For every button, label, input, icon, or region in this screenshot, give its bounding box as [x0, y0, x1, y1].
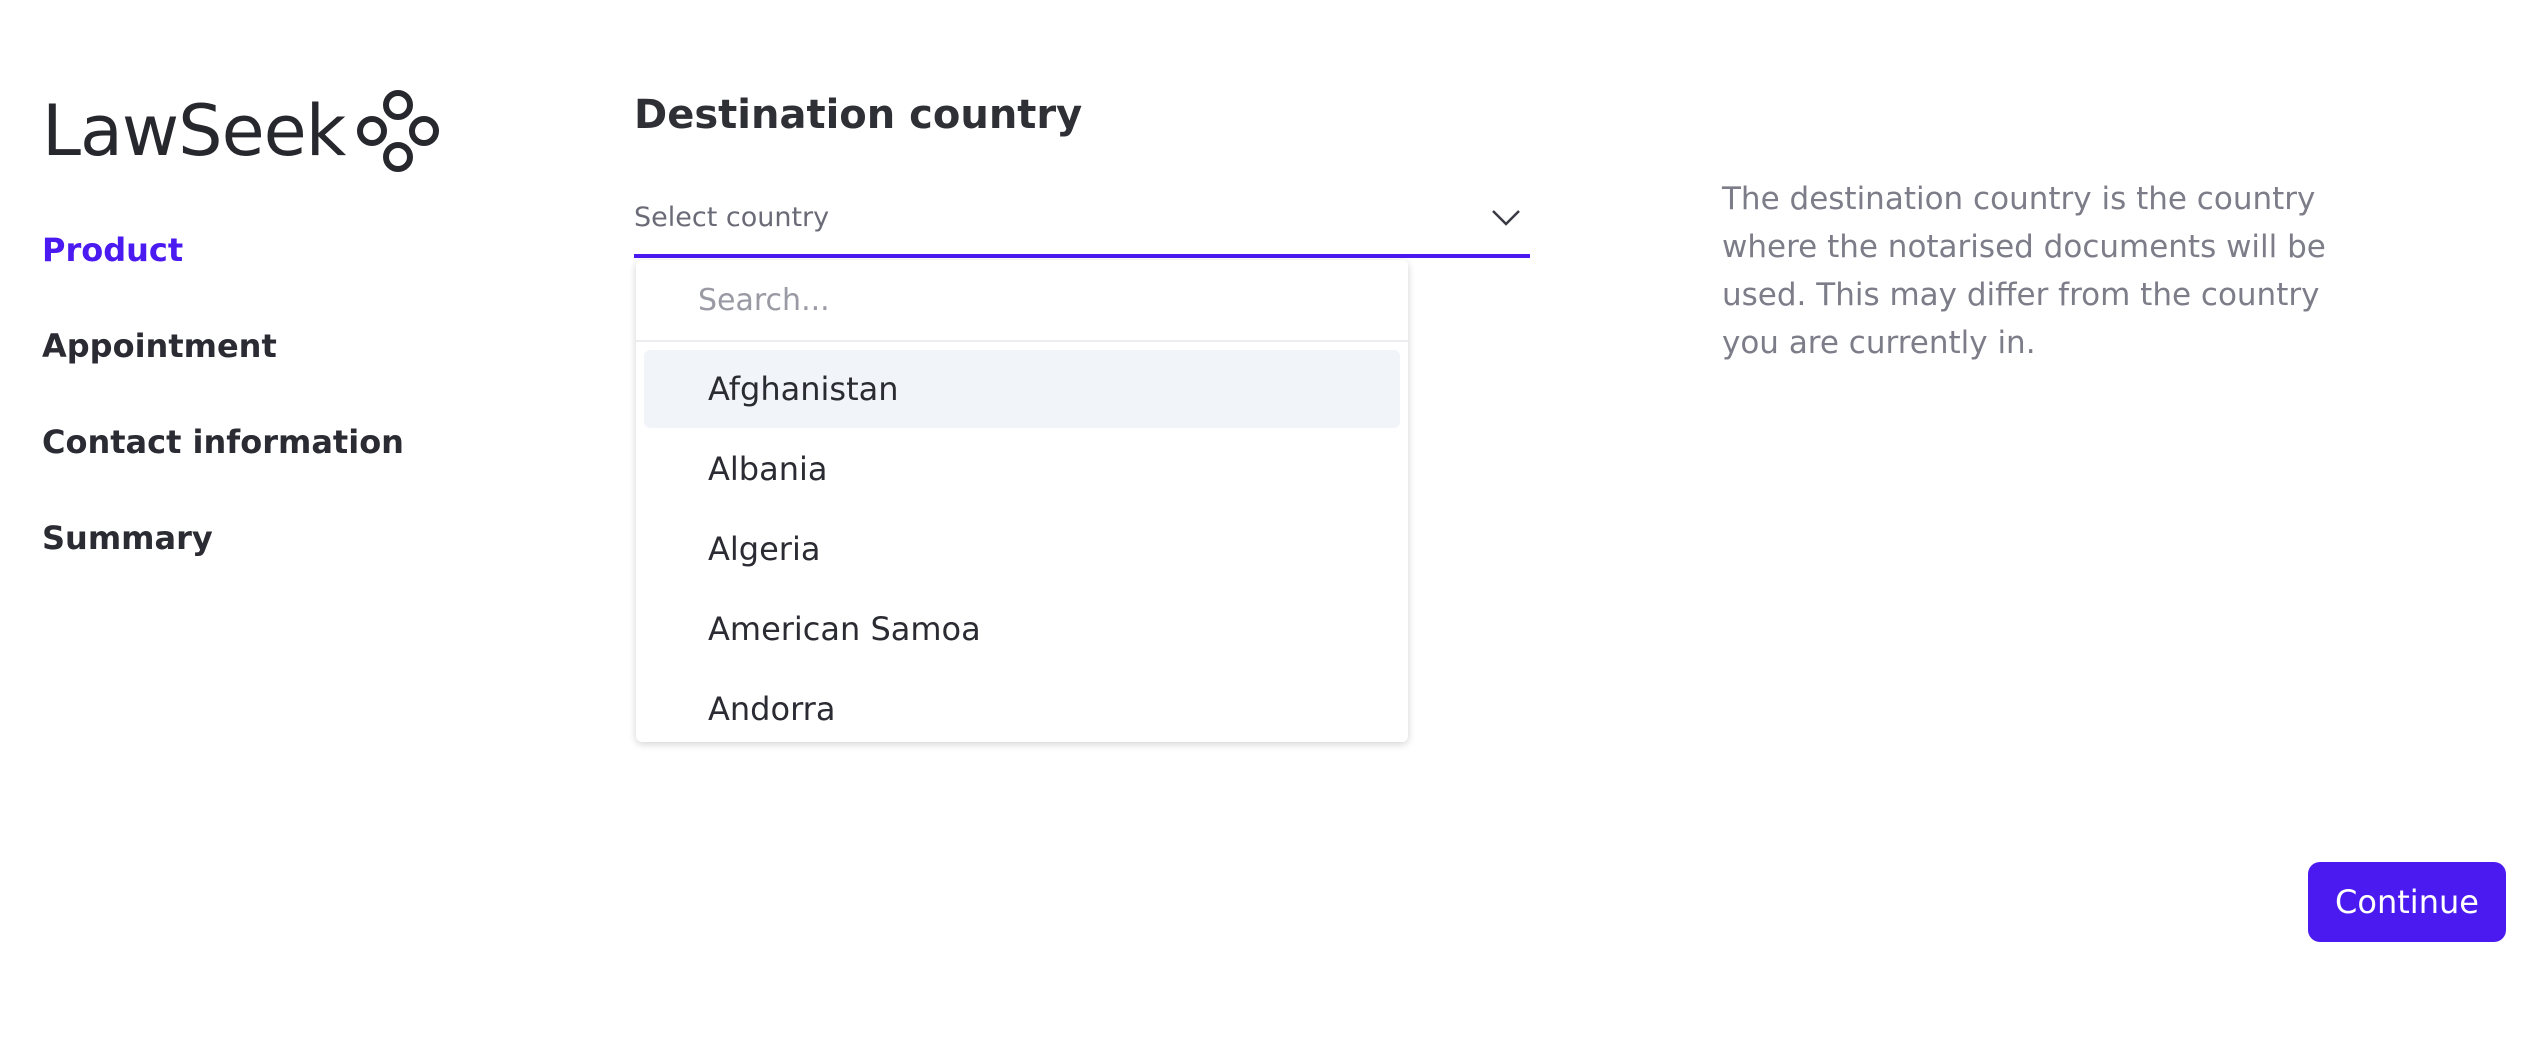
four-circles-icon	[357, 90, 440, 172]
country-search-input[interactable]	[636, 260, 1408, 342]
country-select[interactable]: Select country	[634, 196, 1530, 258]
nav-item-product[interactable]: Product	[42, 228, 404, 324]
page: LawSeek Product Appointment Contact info…	[0, 0, 2526, 1054]
country-option[interactable]: Andorra	[644, 670, 1400, 742]
country-dropdown: Afghanistan Albania Algeria American Sam…	[636, 260, 1408, 742]
country-option[interactable]: Albania	[644, 430, 1400, 508]
section-title: Destination country	[634, 92, 1083, 138]
nav-item-appointment[interactable]: Appointment	[42, 324, 404, 420]
step-nav: Product Appointment Contact information …	[42, 228, 404, 612]
select-placeholder: Select country	[634, 202, 830, 233]
nav-item-summary[interactable]: Summary	[42, 516, 404, 612]
chevron-down-icon	[1492, 210, 1520, 226]
country-options: Afghanistan Albania Algeria American Sam…	[636, 342, 1408, 742]
country-option[interactable]: American Samoa	[644, 590, 1400, 668]
logo[interactable]: LawSeek	[42, 88, 441, 174]
nav-item-contact-information[interactable]: Contact information	[42, 420, 404, 516]
help-text: The destination country is the country w…	[1722, 181, 2326, 361]
continue-button[interactable]: Continue	[2308, 862, 2506, 942]
country-option[interactable]: Afghanistan	[644, 350, 1400, 428]
country-option[interactable]: Algeria	[644, 510, 1400, 588]
logo-text: LawSeek	[42, 90, 346, 172]
